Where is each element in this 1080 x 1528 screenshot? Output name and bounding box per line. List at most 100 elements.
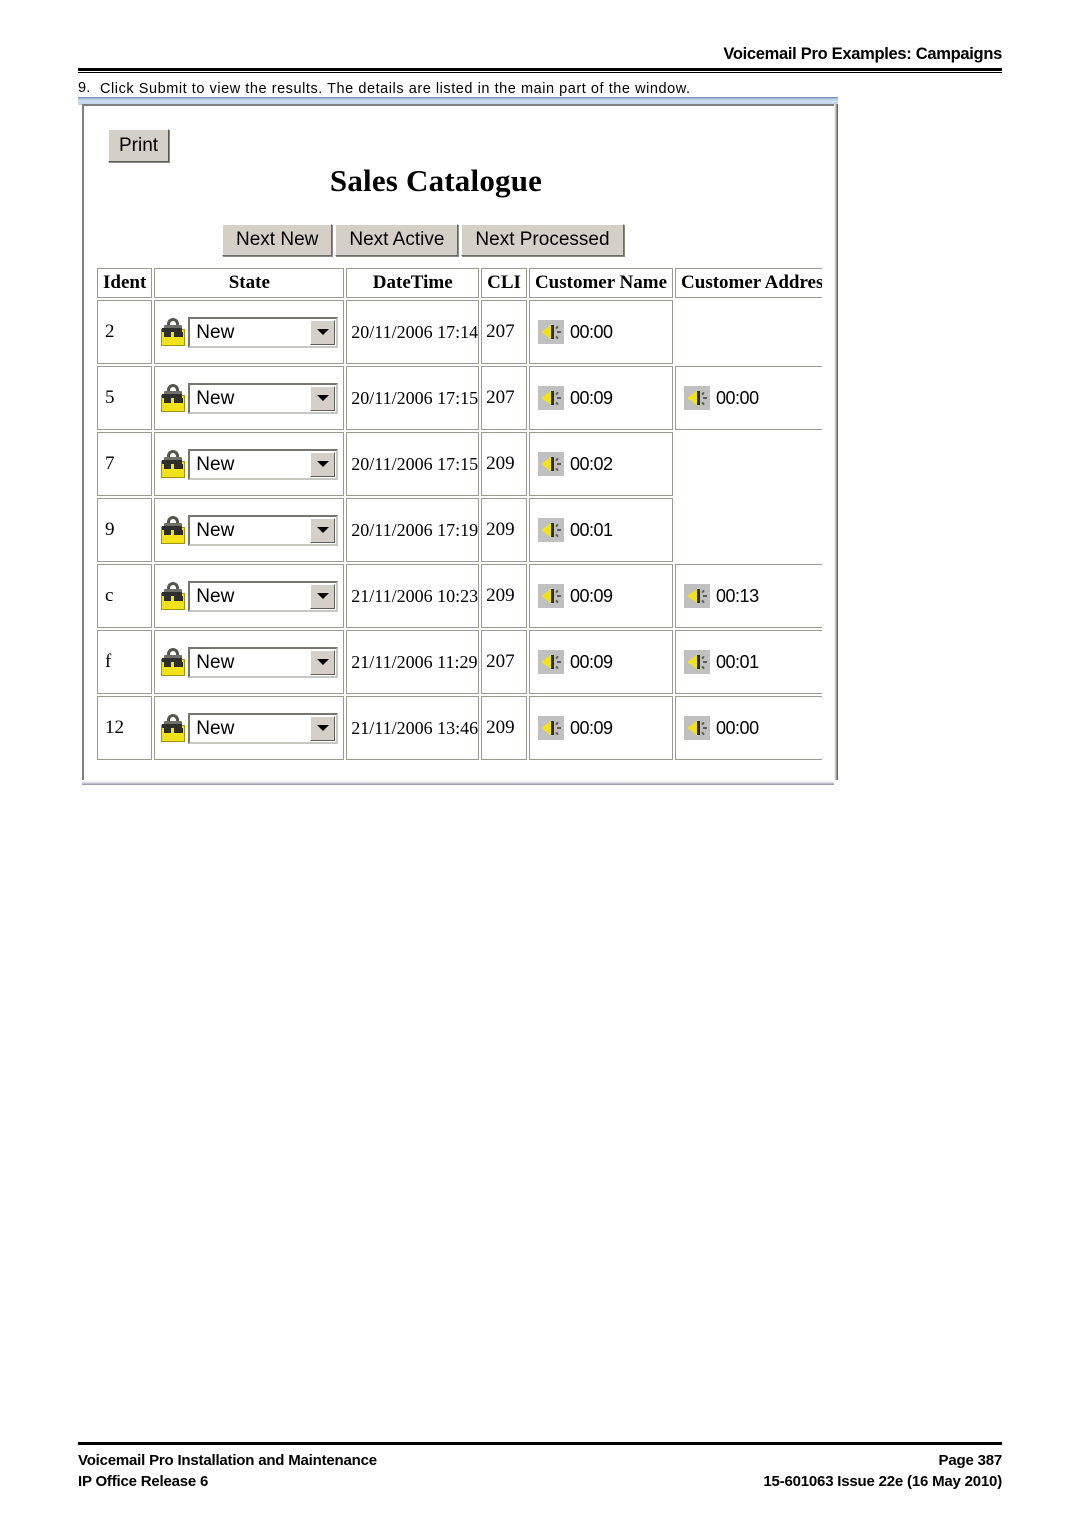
cell-customer-name: 00:09 <box>528 696 674 760</box>
recording-duration: 00:00 <box>716 717 759 738</box>
speaker-icon[interactable] <box>537 716 564 740</box>
speaker-icon[interactable] <box>537 320 564 344</box>
print-button[interactable]: Print <box>108 129 170 162</box>
recording-duration: 00:09 <box>569 651 613 672</box>
cell-state: New <box>154 564 345 628</box>
speaker-icon[interactable] <box>684 650 711 674</box>
state-dropdown[interactable]: New <box>188 448 339 480</box>
speaker-icon[interactable] <box>684 716 711 740</box>
recording-duration: 00:13 <box>716 585 759 606</box>
cell-datetime: 21/11/2006 11:29 <box>346 630 480 694</box>
chevron-down-icon[interactable] <box>310 385 336 411</box>
cell-customer-address: 00:00 <box>675 366 822 430</box>
column-header-customer-name: Customer Name <box>528 268 674 298</box>
cell-cli: 209 <box>481 696 527 760</box>
chevron-down-icon[interactable] <box>310 649 336 675</box>
cell-state: New <box>154 498 345 562</box>
chevron-down-icon[interactable] <box>310 715 336 741</box>
lock-icon <box>160 582 186 610</box>
next-processed-button[interactable]: Next Processed <box>461 224 624 256</box>
recording-duration: 00:00 <box>716 387 759 408</box>
window-client-area: Print Sales Catalogue Next New Next Acti… <box>86 107 822 769</box>
chevron-down-icon[interactable] <box>310 583 336 609</box>
table-body: 2 New 20/11/2006 17:14 207 00:00 5 New 20/11/20… <box>97 300 822 760</box>
cell-customer-address <box>675 498 822 562</box>
next-new-button[interactable]: Next New <box>222 224 333 256</box>
speaker-icon[interactable] <box>537 650 564 674</box>
cell-customer-name: 00:09 <box>528 564 674 628</box>
cell-ident: 9 <box>97 498 153 562</box>
lock-icon <box>160 714 186 742</box>
cell-cli: 207 <box>481 366 527 430</box>
cell-state: New <box>154 696 345 760</box>
cell-customer-address <box>675 300 822 364</box>
campaign-results-table: Ident State DateTime CLI Customer Name C… <box>95 266 822 762</box>
cell-ident: 5 <box>97 366 153 430</box>
footer-issue: 15-601063 Issue 22e (16 May 2010) <box>763 1473 1002 1490</box>
cell-customer-name: 00:09 <box>528 366 674 430</box>
column-header-state: State <box>154 268 345 298</box>
cell-ident: f <box>97 630 153 694</box>
cell-customer-address <box>675 432 822 496</box>
lock-icon <box>160 648 186 676</box>
chevron-down-icon[interactable] <box>310 319 336 345</box>
cell-customer-name: 00:09 <box>528 630 674 694</box>
next-active-button[interactable]: Next Active <box>335 224 459 256</box>
catalogue-title: Sales Catalogue <box>329 163 543 198</box>
table-row: 9 New 20/11/2006 17:19 209 00:01 <box>97 498 822 562</box>
cell-datetime: 20/11/2006 17:15 <box>346 432 480 496</box>
horizontal-scrollbar[interactable] <box>82 780 834 785</box>
cell-state: New <box>154 630 345 694</box>
header-title: Voicemail Pro Examples: Campaigns <box>723 45 1002 63</box>
speaker-icon[interactable] <box>537 584 564 608</box>
state-dropdown-value: New <box>196 717 235 739</box>
state-dropdown-value: New <box>196 585 235 607</box>
table-row: 12 New 21/11/2006 13:46 209 00:09 00:00 <box>97 696 822 760</box>
navigation-button-group: Next New Next Active Next Processed <box>222 224 624 256</box>
speaker-icon[interactable] <box>684 584 711 608</box>
browser-window: Print Sales Catalogue Next New Next Acti… <box>78 97 838 787</box>
state-dropdown[interactable]: New <box>188 712 339 744</box>
speaker-icon[interactable] <box>537 518 564 542</box>
cell-ident: c <box>97 564 153 628</box>
table-row: 2 New 20/11/2006 17:14 207 00:00 <box>97 300 822 364</box>
table-header-row: Ident State DateTime CLI Customer Name C… <box>97 268 822 298</box>
state-dropdown-value: New <box>196 453 235 475</box>
state-dropdown-value: New <box>196 387 235 409</box>
recording-duration: 00:09 <box>569 717 613 738</box>
cell-customer-address: 00:00 <box>675 696 822 760</box>
state-dropdown[interactable]: New <box>188 382 339 414</box>
chevron-down-icon[interactable] <box>310 517 336 543</box>
lock-icon <box>160 384 186 412</box>
column-header-ident: Ident <box>97 268 153 298</box>
cell-state: New <box>154 432 345 496</box>
recording-duration: 00:01 <box>569 519 613 540</box>
footer-divider <box>78 1442 1002 1445</box>
recording-duration: 00:09 <box>569 585 613 606</box>
state-dropdown-value: New <box>196 321 235 343</box>
state-dropdown-value: New <box>196 519 235 541</box>
recording-duration: 00:09 <box>569 387 613 408</box>
state-dropdown[interactable]: New <box>188 580 339 612</box>
speaker-icon[interactable] <box>537 452 564 476</box>
cell-ident: 2 <box>97 300 153 364</box>
footer-document-title: Voicemail Pro Installation and Maintenan… <box>78 1452 377 1469</box>
state-dropdown[interactable]: New <box>188 316 339 348</box>
cell-state: New <box>154 300 345 364</box>
state-dropdown[interactable]: New <box>188 646 339 678</box>
speaker-icon[interactable] <box>537 386 564 410</box>
table-row: f New 21/11/2006 11:29 207 00:09 00:01 <box>97 630 822 694</box>
state-dropdown-value: New <box>196 651 235 673</box>
speaker-icon[interactable] <box>684 386 711 410</box>
table-row: c New 21/11/2006 10:23 209 00:09 00:13 <box>97 564 822 628</box>
cell-customer-address: 00:13 <box>675 564 822 628</box>
chevron-down-icon[interactable] <box>310 451 336 477</box>
cell-ident: 12 <box>97 696 153 760</box>
recording-duration: 00:01 <box>716 651 759 672</box>
cell-datetime: 21/11/2006 10:23 <box>346 564 480 628</box>
column-header-customer-address: Customer Address <box>675 268 822 298</box>
footer-row-2: IP Office Release 6 15-601063 Issue 22e … <box>78 1471 1002 1492</box>
state-dropdown[interactable]: New <box>188 514 339 546</box>
cell-datetime: 20/11/2006 17:15 <box>346 366 480 430</box>
cell-cli: 207 <box>481 300 527 364</box>
